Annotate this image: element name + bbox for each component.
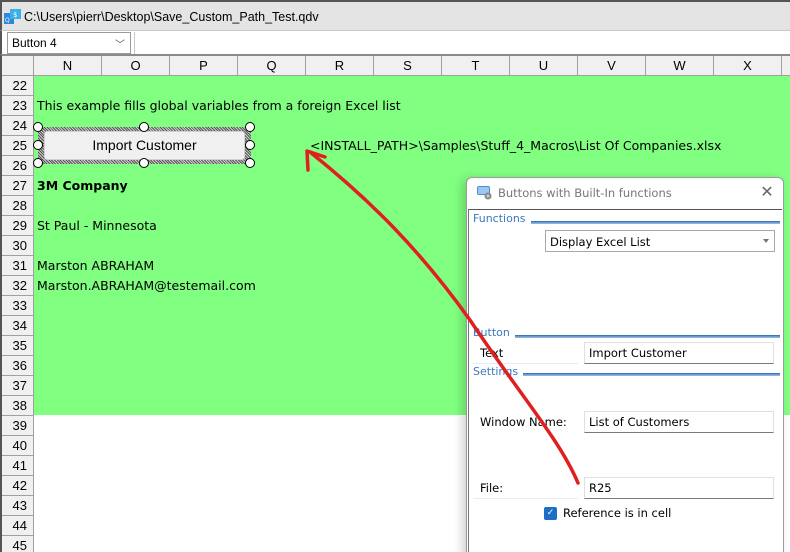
row-header-31[interactable]: 31 — [2, 256, 34, 276]
svg-text:$: $ — [13, 11, 17, 19]
row-header-25[interactable]: 25 — [2, 136, 34, 156]
button-group-label: Button — [473, 326, 515, 339]
cell-n23-description[interactable]: This example fills global variables from… — [37, 96, 401, 116]
resize-handle-bottom-left[interactable] — [33, 158, 43, 168]
row-header-34[interactable]: 34 — [2, 316, 34, 336]
row-header-42[interactable]: 42 — [2, 476, 34, 496]
cell-n27-company[interactable]: 3M Company — [37, 176, 128, 196]
row-header-22[interactable]: 22 — [2, 76, 34, 96]
row-header-26[interactable]: 26 — [2, 156, 34, 176]
row-header-37[interactable]: 37 — [2, 376, 34, 396]
spreadsheet-app-icon: $ Q — [4, 9, 21, 24]
file-label: File: — [480, 481, 504, 495]
cell-r25-file-path[interactable]: <INSTALL_PATH>\Samples\Stuff_4_Macros\Li… — [310, 136, 721, 156]
settings-group-label: Settings — [473, 365, 524, 378]
column-header-p[interactable]: P — [170, 56, 238, 76]
column-header-o[interactable]: O — [102, 56, 170, 76]
file-input[interactable]: R25 — [584, 477, 774, 499]
import-customer-button[interactable]: Import Customer — [44, 131, 245, 160]
row-header-38[interactable]: 38 — [2, 396, 34, 416]
row-header-39[interactable]: 39 — [2, 416, 34, 436]
resize-handle-top-left[interactable] — [33, 122, 43, 132]
column-header-q[interactable]: Q — [238, 56, 306, 76]
formula-toolbar: Button 4 ﹀ — [0, 30, 790, 54]
column-header-x[interactable]: X — [714, 56, 782, 76]
window-title: C:\Users\pierr\Desktop\Save_Custom_Path_… — [24, 10, 319, 24]
window-name-input[interactable]: List of Customers — [584, 411, 774, 433]
object-selector-dropdown[interactable]: Button 4 ﹀ — [7, 32, 131, 54]
resize-handle-left[interactable] — [33, 140, 43, 150]
svg-text:Q: Q — [5, 17, 10, 24]
function-select-dropdown[interactable]: Display Excel List — [545, 230, 775, 252]
dialog-body: Functions Display Excel List Button Text… — [468, 209, 782, 552]
dialog-titlebar[interactable]: Buttons with Built-In functions ✕ — [467, 178, 783, 208]
dialog-app-icon — [477, 186, 492, 200]
row-header-44[interactable]: 44 — [2, 516, 34, 536]
button-selection-frame[interactable]: Import Customer — [33, 122, 255, 168]
row-header-35[interactable]: 35 — [2, 336, 34, 356]
row-header-23[interactable]: 23 — [2, 96, 34, 116]
builtin-functions-dialog[interactable]: Buttons with Built-In functions ✕ Functi… — [466, 177, 784, 552]
window-titlebar: $ Q C:\Users\pierr\Desktop\Save_Custom_P… — [0, 0, 790, 30]
column-header-w[interactable]: W — [646, 56, 714, 76]
button-text-input[interactable]: Import Customer — [584, 342, 774, 364]
dialog-title: Buttons with Built-In functions — [498, 186, 672, 200]
row-separator — [473, 498, 578, 499]
row-header-40[interactable]: 40 — [2, 436, 34, 456]
row-header-41[interactable]: 41 — [2, 456, 34, 476]
row-header-29[interactable]: 29 — [2, 216, 34, 236]
column-header-t[interactable]: T — [442, 56, 510, 76]
select-all-corner[interactable] — [2, 56, 34, 76]
button-group-divider — [473, 335, 780, 338]
cell-n29-city[interactable]: St Paul - Minnesota — [37, 216, 157, 236]
dropdown-arrow-icon[interactable] — [763, 239, 769, 243]
column-header-r[interactable]: R — [306, 56, 374, 76]
column-header-n[interactable]: N — [34, 56, 102, 76]
object-selector-value: Button 4 — [12, 36, 57, 50]
resize-handle-bottom[interactable] — [139, 158, 149, 168]
row-header-27[interactable]: 27 — [2, 176, 34, 196]
row-header-33[interactable]: 33 — [2, 296, 34, 316]
column-header-u[interactable]: U — [510, 56, 578, 76]
row-header-24[interactable]: 24 — [2, 116, 34, 136]
row-separator — [473, 363, 578, 364]
resize-handle-top-right[interactable] — [245, 122, 255, 132]
cell-n32-email[interactable]: Marston.ABRAHAM@testemail.com — [37, 276, 256, 296]
resize-handle-right[interactable] — [245, 140, 255, 150]
cell-n31-contact[interactable]: Marston ABRAHAM — [37, 256, 154, 276]
resize-handle-top[interactable] — [139, 122, 149, 132]
row-header-30[interactable]: 30 — [2, 236, 34, 256]
functions-group-label: Functions — [473, 212, 531, 225]
row-header-45[interactable]: 45 — [2, 536, 34, 552]
reference-in-cell-label[interactable]: Reference is in cell — [563, 506, 671, 520]
close-icon[interactable]: ✕ — [759, 183, 775, 201]
column-header-v[interactable]: V — [578, 56, 646, 76]
column-headers: N O P Q R S T U V W X — [2, 56, 790, 76]
reference-in-cell-checkbox[interactable]: ✓ — [544, 507, 557, 520]
resize-handle-bottom-right[interactable] — [245, 158, 255, 168]
formula-input[interactable] — [134, 32, 790, 54]
row-header-28[interactable]: 28 — [2, 196, 34, 216]
row-header-43[interactable]: 43 — [2, 496, 34, 516]
column-header-s[interactable]: S — [374, 56, 442, 76]
row-header-32[interactable]: 32 — [2, 276, 34, 296]
row-header-36[interactable]: 36 — [2, 356, 34, 376]
text-field-label: Text — [480, 346, 504, 360]
window-name-label: Window Name: — [480, 415, 567, 429]
chevron-down-icon[interactable]: ﹀ — [115, 36, 125, 51]
function-select-value: Display Excel List — [550, 235, 651, 249]
